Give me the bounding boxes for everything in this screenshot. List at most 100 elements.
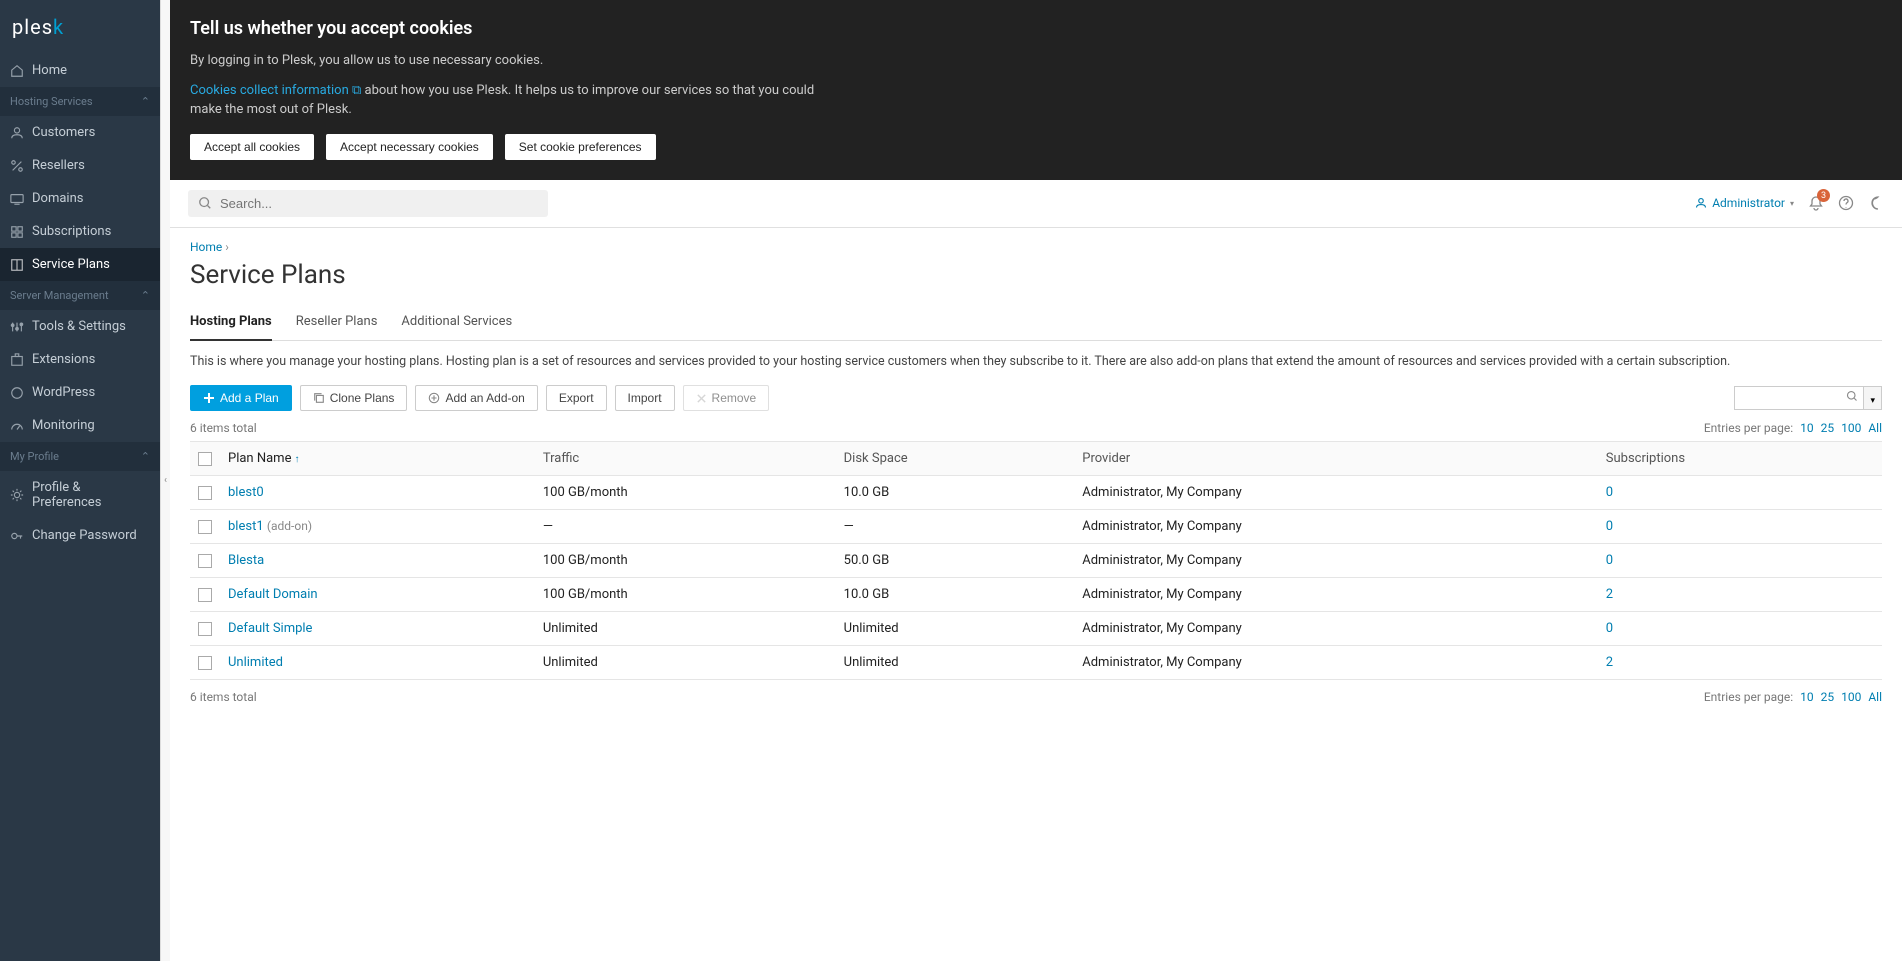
plan-name-link[interactable]: blest0 [228,485,264,500]
sidebar-item-tools[interactable]: Tools & Settings [0,310,160,343]
clone-plans-button[interactable]: Clone Plans [300,385,408,411]
sidebar-item-resellers[interactable]: Resellers [0,149,160,182]
search-input[interactable] [220,196,538,211]
pager-100[interactable]: 100 [1841,690,1861,704]
sidebar-item-label: Tools & Settings [32,319,126,334]
sidebar-item-home[interactable]: Home [0,54,160,87]
items-total-bottom: 6 items total [190,690,257,704]
table-row: UnlimitedUnlimitedUnlimitedAdministrator… [190,646,1882,680]
sidebar-item-label: Home [32,63,67,78]
sidebar-item-label: Service Plans [32,257,110,272]
current-user-menu[interactable]: Administrator ▾ [1695,196,1794,210]
sidebar-item-customers[interactable]: Customers [0,116,160,149]
sidebar-section-hosting[interactable]: Hosting Services ⌃ [0,87,160,116]
table-search-input[interactable] [1734,386,1864,410]
pager-25[interactable]: 25 [1821,690,1835,704]
tab-hosting-plans[interactable]: Hosting Plans [190,306,272,341]
chevron-up-icon: ⌃ [141,95,150,108]
cookie-title: Tell us whether you accept cookies [190,18,1882,39]
plan-name-link[interactable]: Default Domain [228,587,318,602]
cell-traffic: 100 GB/month [535,544,836,578]
sidebar-item-profile[interactable]: Profile & Preferences [0,471,160,519]
sidebar-item-domains[interactable]: Domains [0,182,160,215]
subscriptions-link[interactable]: 0 [1606,621,1613,636]
cookie-info-link[interactable]: Cookies collect information ⧉ [190,83,361,98]
pager-all[interactable]: All [1868,421,1882,435]
table-search: ▾ [1734,386,1882,410]
col-traffic[interactable]: Traffic [535,442,836,476]
accept-all-cookies-button[interactable]: Accept all cookies [190,134,314,160]
cell-traffic: 100 GB/month [535,476,836,510]
add-addon-button[interactable]: Add an Add-on [415,385,537,411]
global-search[interactable] [188,190,548,217]
grid-icon [10,225,24,239]
row-checkbox[interactable] [198,622,212,636]
monitor-icon [10,192,24,206]
export-button[interactable]: Export [546,385,607,411]
tab-reseller-plans[interactable]: Reseller Plans [296,306,378,340]
row-checkbox[interactable] [198,486,212,500]
toolbar: Add a Plan Clone Plans Add an Add-on Exp… [190,385,1882,411]
sidebar-item-password[interactable]: Change Password [0,519,160,552]
percent-icon [10,159,24,173]
subscriptions-link[interactable]: 0 [1606,519,1613,534]
col-plan-name[interactable]: Plan Name↑ [220,442,535,476]
subscriptions-link[interactable]: 0 [1606,485,1613,500]
pager-all[interactable]: All [1868,690,1882,704]
pager-10[interactable]: 10 [1800,690,1814,704]
import-button[interactable]: Import [615,385,675,411]
row-checkbox[interactable] [198,588,212,602]
sidebar-section-profile[interactable]: My Profile ⌃ [0,442,160,471]
table-search-dropdown[interactable]: ▾ [1864,386,1882,410]
row-checkbox[interactable] [198,554,212,568]
addon-tag: (add-on) [267,519,312,533]
external-link-icon: ⧉ [352,83,361,98]
cell-disk: Unlimited [836,612,1075,646]
notifications-icon[interactable]: 3 [1808,195,1824,211]
breadcrumb: Home › [190,240,1882,254]
cell-disk: 10.0 GB [836,476,1075,510]
pager-10[interactable]: 10 [1800,421,1814,435]
dark-mode-icon[interactable] [1868,195,1884,211]
tab-additional-services[interactable]: Additional Services [401,306,512,340]
sliders-icon [10,320,24,334]
col-provider[interactable]: Provider [1074,442,1598,476]
breadcrumb-home[interactable]: Home [190,240,222,254]
sidebar-item-label: WordPress [32,385,95,400]
plan-name-link[interactable]: Blesta [228,553,264,568]
cell-disk: — [836,510,1075,544]
pager-25[interactable]: 25 [1821,421,1835,435]
sidebar-item-wordpress[interactable]: WordPress [0,376,160,409]
sort-asc-icon: ↑ [294,454,299,465]
sidebar: plesk Home Hosting Services ⌃ Customers … [0,0,160,961]
col-subscriptions[interactable]: Subscriptions [1598,442,1882,476]
pager-100[interactable]: 100 [1841,421,1861,435]
sidebar-item-subscriptions[interactable]: Subscriptions [0,215,160,248]
subscriptions-link[interactable]: 2 [1606,655,1613,670]
add-plan-button[interactable]: Add a Plan [190,385,292,411]
help-icon[interactable] [1838,195,1854,211]
sidebar-item-label: Profile & Preferences [32,480,150,510]
sidebar-item-monitoring[interactable]: Monitoring [0,409,160,442]
col-disk[interactable]: Disk Space [836,442,1075,476]
row-checkbox[interactable] [198,656,212,670]
sidebar-item-extensions[interactable]: Extensions [0,343,160,376]
gauge-icon [10,419,24,433]
cookie-preferences-button[interactable]: Set cookie preferences [505,134,656,160]
select-all-checkbox[interactable] [198,452,212,466]
sidebar-item-label: Resellers [32,158,85,173]
logo[interactable]: plesk [0,0,160,54]
table-row: blest0100 GB/month10.0 GBAdministrator, … [190,476,1882,510]
chevron-up-icon: ⌃ [141,289,150,302]
row-checkbox[interactable] [198,520,212,534]
accept-necessary-cookies-button[interactable]: Accept necessary cookies [326,134,493,160]
subscriptions-link[interactable]: 0 [1606,553,1613,568]
sidebar-collapse-handle[interactable]: ‹ [160,0,170,961]
plan-name-link[interactable]: Default Simple [228,621,312,636]
remove-button[interactable]: Remove [683,385,770,411]
sidebar-section-server[interactable]: Server Management ⌃ [0,281,160,310]
subscriptions-link[interactable]: 2 [1606,587,1613,602]
plan-name-link[interactable]: blest1 [228,519,264,534]
plan-name-link[interactable]: Unlimited [228,655,283,670]
sidebar-item-service-plans[interactable]: Service Plans [0,248,160,281]
